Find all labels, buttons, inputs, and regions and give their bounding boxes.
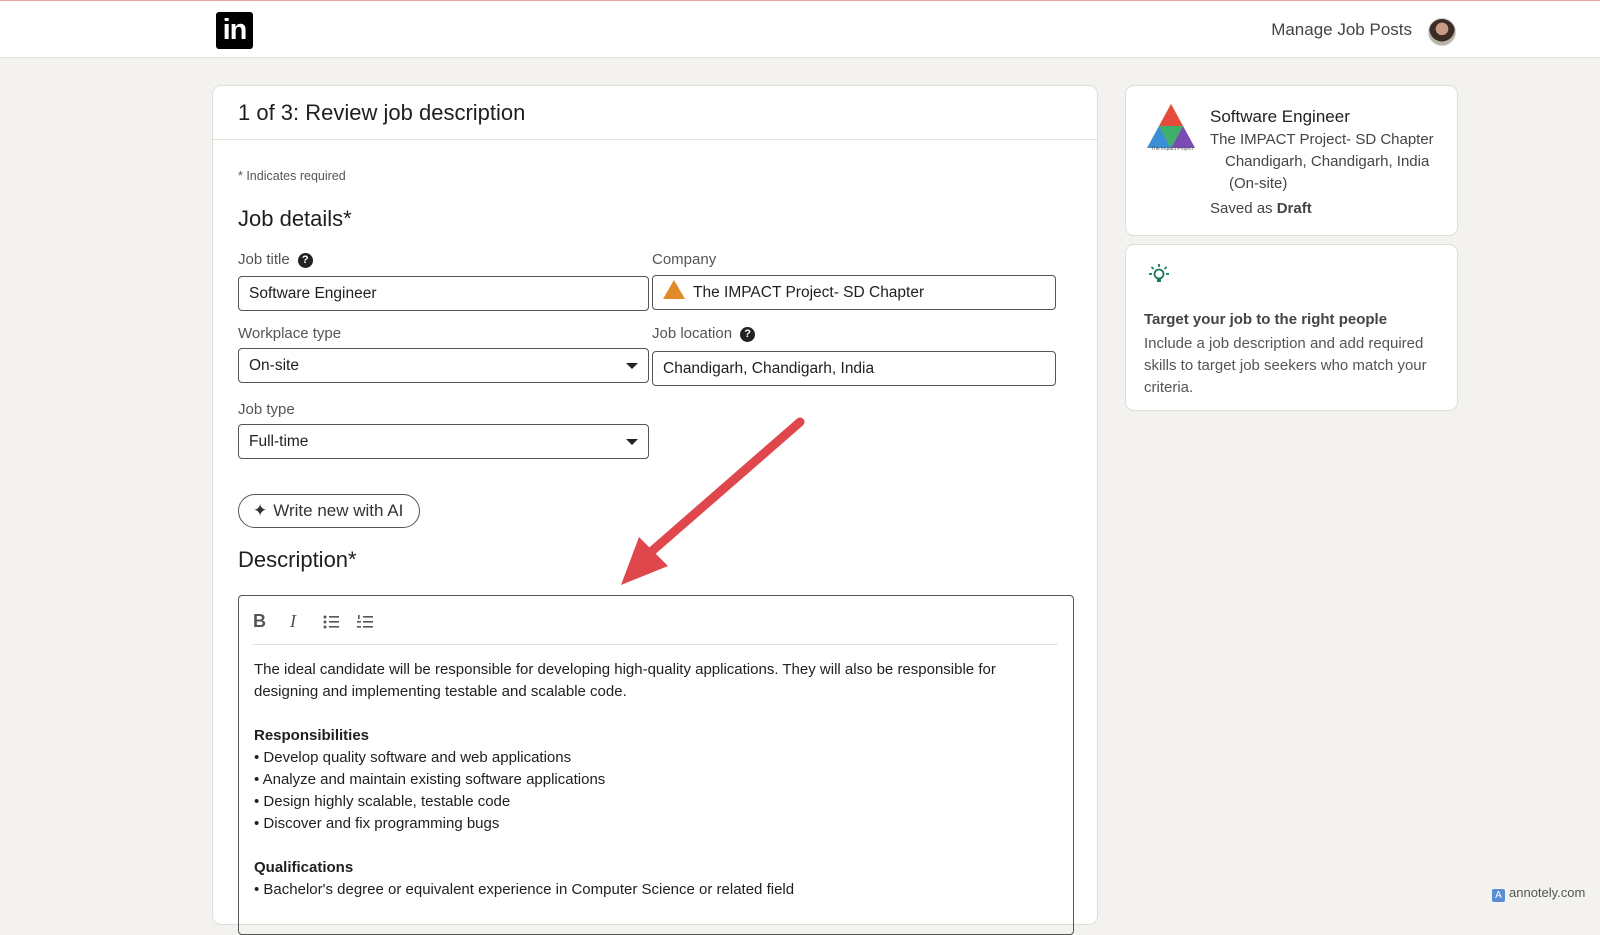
avatar[interactable] <box>1428 18 1456 46</box>
description-content: The ideal candidate will be responsible … <box>254 659 1054 901</box>
list-item: • Develop quality software and web appli… <box>254 749 572 766</box>
write-with-ai-button[interactable]: ✦ Write new with AI <box>238 494 421 528</box>
tip-body: Include a job description and add requir… <box>1144 335 1427 396</box>
job-type-value: Full-time <box>249 433 309 450</box>
workplace-type-label: Workplace type <box>238 325 342 342</box>
write-with-ai-label: Write new with AI <box>273 501 404 520</box>
description-editor[interactable]: B I The ideal candidate will be responsi… <box>238 595 1074 935</box>
company-logo <box>1147 104 1195 148</box>
preview-workplace: (On-site) <box>1229 175 1288 192</box>
help-icon[interactable]: ? <box>740 327 756 342</box>
bulleted-list-icon[interactable] <box>323 614 339 630</box>
list-item: • Bachelor's degree or equivalent experi… <box>254 881 795 898</box>
preview-location: Chandigarh, Chandigarh, India <box>1225 153 1430 170</box>
numbered-list-icon[interactable] <box>357 614 373 630</box>
description-text: The ideal candidate will be responsible … <box>254 661 996 678</box>
help-icon[interactable]: ? <box>297 253 313 268</box>
job-location-label: Job location? <box>652 325 756 342</box>
watermark: Aannotely.com <box>1492 885 1585 902</box>
job-type-label: Job type <box>238 401 295 418</box>
draft-badge: Draft <box>1276 200 1312 217</box>
editor-toolbar: B I <box>253 608 1058 645</box>
annotely-icon: A <box>1492 889 1505 902</box>
job-details-heading: Job details* <box>238 206 352 231</box>
company-logo-caption: The Impact Project <box>1151 146 1193 152</box>
job-title-input[interactable]: Software Engineer <box>238 276 649 311</box>
qualifications-heading: Qualifications <box>254 859 354 876</box>
preview-job-title: Software Engineer <box>1210 107 1350 126</box>
company-label: Company <box>652 251 717 268</box>
job-type-select[interactable]: Full-time <box>238 424 649 459</box>
top-nav-bar: in Manage Job Posts <box>0 0 1600 58</box>
workplace-type-select[interactable]: On-site <box>238 348 649 383</box>
linkedin-logo[interactable]: in <box>216 12 253 49</box>
company-logo-icon <box>663 280 685 299</box>
list-item: • Discover and fix programming bugs <box>254 815 500 832</box>
tip-heading: Target your job to the right people <box>1144 311 1388 328</box>
job-title-label: Job title? <box>238 251 313 268</box>
job-form-card: 1 of 3: Review job description * Indicat… <box>212 85 1098 935</box>
description-heading: Description* <box>238 547 357 572</box>
workplace-type-value: On-site <box>249 357 299 374</box>
italic-icon[interactable]: I <box>290 611 296 632</box>
sparkle-icon: ✦ <box>253 501 268 520</box>
list-item: • Design highly scalable, testable code <box>254 793 511 810</box>
step-title: 1 of 3: Review job description <box>213 86 1097 140</box>
preview-company: The IMPACT Project- SD Chapter <box>1210 131 1434 148</box>
description-text: designing and implementing testable and … <box>254 683 627 700</box>
company-value: The IMPACT Project- SD Chapter <box>693 284 925 301</box>
lightbulb-icon <box>1149 264 1169 282</box>
bold-icon[interactable]: B <box>253 611 266 632</box>
preview-status: Saved as Draft <box>1210 200 1312 217</box>
manage-job-posts-link[interactable]: Manage Job Posts <box>1271 20 1412 40</box>
required-note: * Indicates required <box>238 169 346 183</box>
job-preview-card: The Impact Project Software Engineer The… <box>1125 85 1458 236</box>
list-item: • Analyze and maintain existing software… <box>254 771 606 788</box>
chevron-down-icon <box>626 363 638 369</box>
chevron-down-icon <box>626 439 638 445</box>
job-location-input[interactable]: Chandigarh, Chandigarh, India <box>652 351 1056 386</box>
responsibilities-heading: Responsibilities <box>254 727 370 744</box>
company-input[interactable]: The IMPACT Project- SD Chapter <box>652 275 1056 310</box>
tip-card: Target your job to the right people Incl… <box>1125 244 1458 411</box>
